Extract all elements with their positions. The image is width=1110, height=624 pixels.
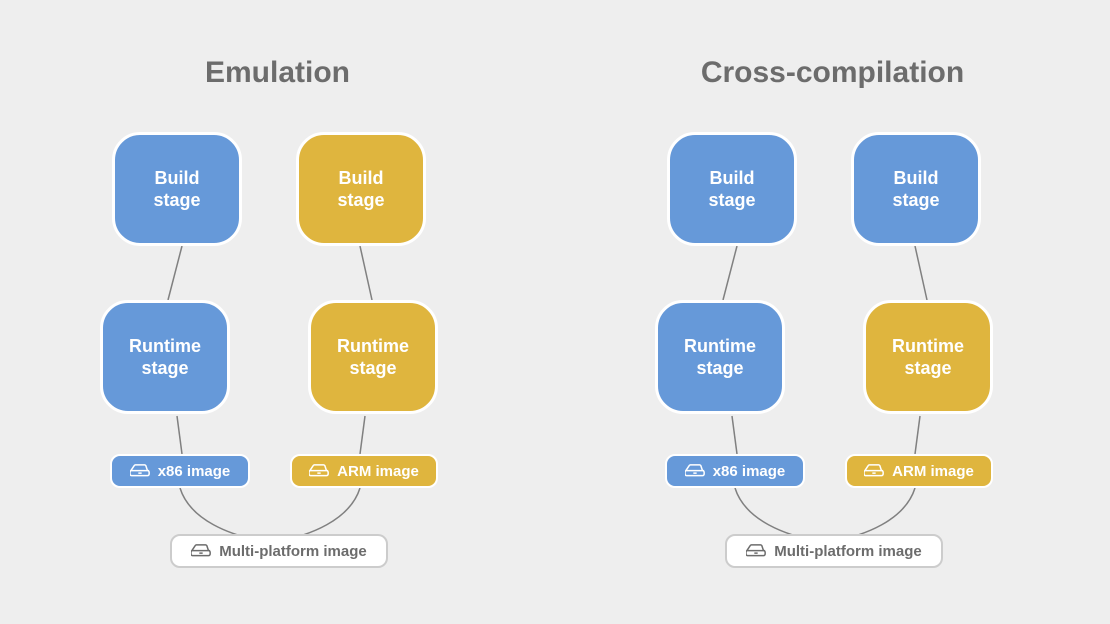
cross-runtime-stage-arm: Runtimestage: [863, 300, 993, 414]
emulation-build-stage-arm: Buildstage: [296, 132, 426, 246]
disk-icon: [309, 464, 329, 478]
emulation-runtime-stage-x86: Runtimestage: [100, 300, 230, 414]
emulation-x86-image: x86 image: [110, 454, 250, 488]
cross-multi-platform-image: Multi-platform image: [725, 534, 943, 568]
cross-build-stage-left: Buildstage: [667, 132, 797, 246]
stage-label: Runtimestage: [129, 335, 201, 380]
stage-label: Buildstage: [892, 167, 939, 212]
disk-icon: [191, 544, 211, 558]
image-label: x86 image: [158, 463, 231, 480]
stage-label: Runtimestage: [337, 335, 409, 380]
disk-icon: [130, 464, 150, 478]
image-label: ARM image: [892, 463, 974, 480]
cross-runtime-stage-x86: Runtimestage: [655, 300, 785, 414]
disk-icon: [685, 464, 705, 478]
stage-label: Buildstage: [153, 167, 200, 212]
stage-label: Runtimestage: [892, 335, 964, 380]
image-label: Multi-platform image: [774, 543, 922, 560]
emulation-arm-image: ARM image: [290, 454, 438, 488]
image-label: ARM image: [337, 463, 419, 480]
emulation-panel: Emulation Buildstage Buildstage Runtimes…: [0, 0, 555, 624]
image-label: Multi-platform image: [219, 543, 367, 560]
emulation-build-stage-x86: Buildstage: [112, 132, 242, 246]
cross-build-stage-right: Buildstage: [851, 132, 981, 246]
image-label: x86 image: [713, 463, 786, 480]
disk-icon: [746, 544, 766, 558]
emulation-runtime-stage-arm: Runtimestage: [308, 300, 438, 414]
stage-label: Runtimestage: [684, 335, 756, 380]
cross-compilation-panel: Cross-compilation Buildstage Buildstage …: [555, 0, 1110, 624]
cross-arm-image: ARM image: [845, 454, 993, 488]
stage-label: Buildstage: [337, 167, 384, 212]
disk-icon: [864, 464, 884, 478]
cross-x86-image: x86 image: [665, 454, 805, 488]
stage-label: Buildstage: [708, 167, 755, 212]
emulation-multi-platform-image: Multi-platform image: [170, 534, 388, 568]
